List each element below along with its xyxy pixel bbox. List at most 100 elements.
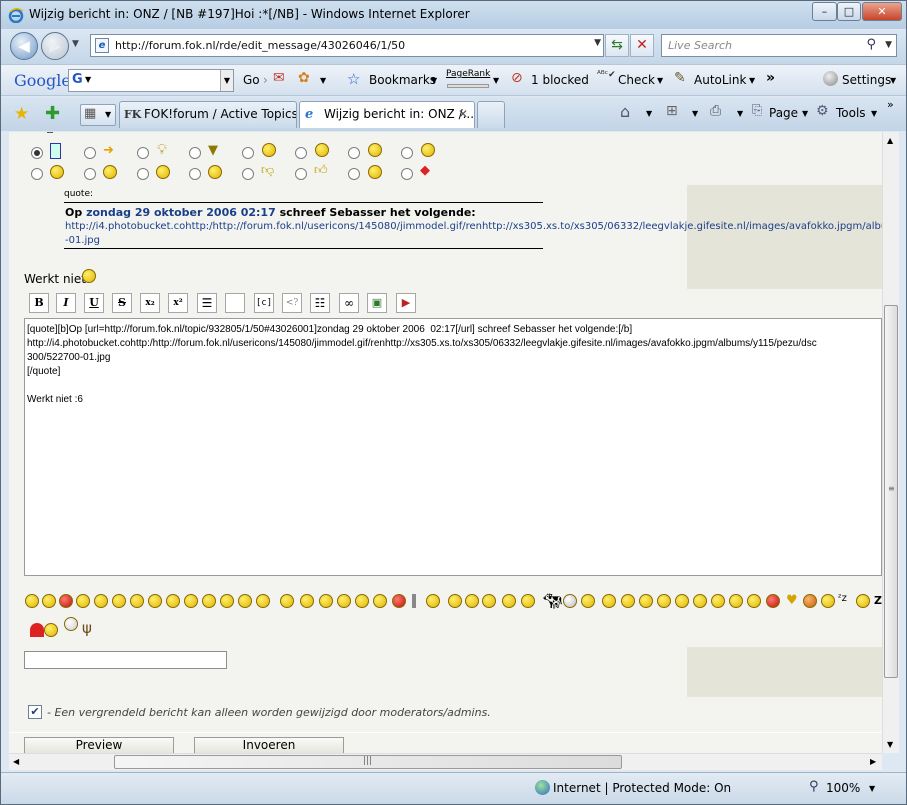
smiley-zz-icon[interactable]: Zz [874,594,882,607]
smiley-grin-icon[interactable] [42,594,56,608]
smiley-wink-icon[interactable] [94,594,108,608]
smiley-scream-icon[interactable] [803,594,817,608]
google-engine-icon[interactable]: G [72,72,83,87]
forward-button[interactable]: ▶ [41,32,69,60]
popup-blocked-count[interactable]: 1 blocked [531,73,589,87]
horizontal-scrollbar[interactable]: ◀ ||| ▶ [9,753,882,770]
smiley-shock-icon[interactable] [112,594,126,608]
autolink-icon[interactable]: ✎ [674,70,686,86]
smiley-hmm-icon[interactable] [602,594,616,608]
smiley-santa-icon[interactable] [44,623,58,637]
refresh-button[interactable]: ⇆ [605,34,629,57]
smiley-sleep-icon[interactable] [448,594,462,608]
zoom-level[interactable]: 100% [826,781,860,795]
smiley-shades-icon[interactable] [729,594,743,608]
superscript-button[interactable]: x² [168,293,188,313]
smiley-blush-icon[interactable] [202,594,216,608]
smiley-cow-icon[interactable]: 🐄︎ [543,592,562,610]
page-menu-icon[interactable]: ⎘ [752,103,762,118]
smiley-grumpy-icon[interactable] [821,594,835,608]
underline-button[interactable]: U [84,293,104,313]
smiley-hands-icon[interactable] [521,594,535,608]
noparse-button[interactable]: <? [282,293,302,313]
smiley-fine-icon[interactable] [639,594,653,608]
pagerank-dropdown-icon[interactable]: ▼ [493,76,499,85]
avatar-radio-13[interactable] [242,168,254,180]
smiley-happy-icon[interactable] [465,594,479,608]
code-button[interactable]: [c] [254,293,274,313]
news-icon[interactable]: ✉ [273,70,285,86]
home-icon[interactable]: ⌂ [620,102,630,121]
smiley-neutral-icon[interactable] [148,594,162,608]
zoom-icon[interactable]: ⚲ [809,779,819,794]
tab-list-dropdown-icon[interactable]: ▼ [105,110,111,119]
autolink-dropdown-icon[interactable]: ▼ [749,76,755,85]
bookmarks-star-icon[interactable]: ☆ [347,70,360,88]
scroll-right-icon[interactable]: ▶ [870,757,876,766]
maximize-button[interactable]: □ [837,2,861,21]
new-tab-button[interactable] [477,101,505,128]
search-dropdown-icon[interactable]: ▼ [885,40,892,50]
popup-blocker-icon[interactable]: ⊘ [511,70,523,86]
feeds-dropdown-icon[interactable]: ▼ [692,109,698,118]
smiley-ghost-icon[interactable] [563,594,577,608]
avatar-radio-14[interactable] [295,168,307,180]
smiley-meh-icon[interactable] [693,594,707,608]
pagerank-label[interactable]: PageRank [446,69,490,79]
subscript-button[interactable]: x₂ [140,293,160,313]
stop-button[interactable]: ✕ [630,34,654,57]
smiley-trophy-icon[interactable]: ♥ [786,593,798,608]
google-search-input[interactable]: G ▼ ▼ [68,69,234,92]
smiley-devil-icon[interactable] [392,594,406,608]
extra-input[interactable] [24,651,227,669]
page-dropdown-icon[interactable]: ▼ [802,109,808,118]
lock-checkbox[interactable]: ✔ [28,705,42,719]
print-dropdown-icon[interactable]: ▼ [737,109,743,118]
smiley-angry-icon[interactable] [59,594,73,608]
smiley-crazy-icon[interactable] [355,594,369,608]
avatar-radio-9[interactable] [31,168,43,180]
smiley-silly-icon[interactable] [426,594,440,608]
smiley-squint-icon[interactable] [711,594,725,608]
smiley-santa-hat-icon[interactable] [30,623,44,637]
smiley-glad-icon[interactable] [482,594,496,608]
page-menu-button[interactable]: Page [769,106,798,120]
youtube-icon[interactable]: ▶ [396,293,416,313]
avatar-radio-7[interactable] [348,147,360,159]
smiley-sad-icon[interactable] [166,594,180,608]
popup-icon[interactable]: ✿ [298,70,310,86]
scroll-up-icon[interactable]: ▲ [887,136,893,145]
quote-url-line1[interactable]: http://i4.photobucket.cohttp:/http://for… [65,221,882,232]
preview-button[interactable]: Preview [24,737,174,753]
google-go-button[interactable]: Go [243,73,260,87]
avatar-radio-5[interactable] [242,147,254,159]
engine-dropdown-icon[interactable]: ▼ [85,75,91,84]
horizontal-scroll-thumb[interactable]: ||| [114,755,622,769]
strikethrough-button[interactable]: S [112,293,132,313]
tools-dropdown-icon[interactable]: ▼ [871,109,877,118]
smiley-roll-eyes-icon[interactable] [373,594,387,608]
smiley-top-hat-icon[interactable] [502,594,516,608]
quote-date-link[interactable]: zondag 29 oktober 2006 02:17 [86,206,276,219]
address-bar[interactable]: e http://forum.fok.nl/rde/edit_message/4… [90,34,604,57]
check-button[interactable]: Check [618,73,655,87]
minimize-button[interactable]: – [812,2,837,21]
blank-button[interactable] [225,293,245,313]
autolink-button[interactable]: AutoLink [694,73,746,87]
smiley-confused-icon[interactable] [184,594,198,608]
print-icon[interactable]: ⎙ [710,103,721,119]
smiley-sleepy-z-icon[interactable]: ᶻz [838,593,847,604]
smiley-stick-icon[interactable] [412,594,416,608]
smiley-surprise-icon[interactable] [220,594,234,608]
zone-status[interactable]: Internet | Protected Mode: On [553,781,731,795]
list-icon[interactable]: ☷ [310,293,330,313]
message-editor[interactable]: [quote][b]Op [url=http://forum.fok.nl/to… [24,318,882,576]
smiley-reindeer-icon[interactable]: ψ [82,619,92,637]
more-chevron-icon[interactable]: » [766,70,775,86]
avatar-radio-3[interactable] [137,147,149,159]
command-bar-more-icon[interactable]: » [887,98,894,111]
tab-fok-active-topics[interactable]: FK FOK!forum / Active Topics [119,101,297,128]
smiley-thinking-icon[interactable] [280,594,294,608]
tools-menu-button[interactable]: Tools [836,106,866,120]
avatar-radio-11[interactable] [137,168,149,180]
